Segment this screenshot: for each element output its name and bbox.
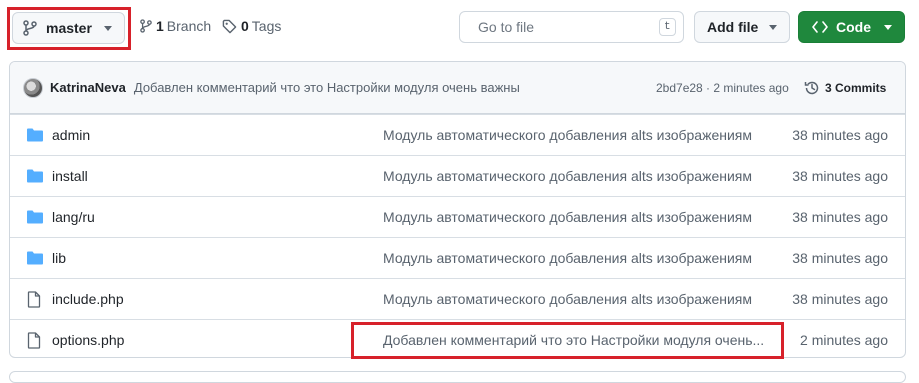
folder-icon <box>27 128 43 142</box>
repo-toolbar: master 1 Branch 0 Tags t Add file Code <box>0 0 919 52</box>
file-name-link[interactable]: include.php <box>52 291 124 307</box>
file-commit-age: 38 minutes ago <box>792 168 888 184</box>
keyboard-shortcut-hint: t <box>659 18 676 36</box>
commit-hash-time[interactable]: 2bd7e28 · 2 minutes ago <box>656 81 789 95</box>
branches-count: 1 <box>156 18 164 34</box>
file-commit-age: 38 minutes ago <box>792 250 888 266</box>
avatar[interactable] <box>23 77 43 98</box>
folder-icon <box>27 210 43 224</box>
file-name-link[interactable]: install <box>52 168 88 184</box>
file-name-link[interactable]: lang/ru <box>52 209 95 225</box>
file-name-link[interactable]: lib <box>52 250 66 266</box>
table-row[interactable]: lang/ru Модуль автоматического добавлени… <box>10 196 905 237</box>
file-commit-message[interactable]: Модуль автоматического добавления alts и… <box>383 209 773 225</box>
tag-icon <box>222 19 237 33</box>
file-commit-age: 38 minutes ago <box>792 209 888 225</box>
file-table: KatrinaNeva Добавлен комментарий что это… <box>9 61 906 358</box>
tags-count: 0 <box>241 18 249 34</box>
search-input[interactable] <box>478 19 659 35</box>
chevron-down-icon <box>769 24 777 30</box>
branches-label: Branch <box>166 18 212 34</box>
file-commit-age: 2 minutes ago <box>800 332 888 348</box>
file-icon <box>27 291 41 308</box>
highlight-box-branch <box>7 7 131 50</box>
folder-icon <box>27 251 43 265</box>
folder-icon <box>27 169 43 183</box>
code-icon <box>812 21 828 33</box>
table-row[interactable]: lib Модуль автоматического добавления al… <box>10 237 905 278</box>
readme-panel-edge <box>9 371 906 383</box>
git-branch-icon <box>140 19 152 33</box>
file-commit-message[interactable]: Модуль автоматического добавления alts и… <box>383 250 773 266</box>
file-commit-message[interactable]: Модуль автоматического добавления alts и… <box>383 291 773 307</box>
file-icon <box>27 332 41 349</box>
add-file-label: Add file <box>707 19 759 35</box>
history-icon <box>804 81 819 94</box>
file-commit-message[interactable]: Модуль автоматического добавления alts и… <box>383 127 773 143</box>
branches-link[interactable]: 1 Branch <box>140 18 211 34</box>
file-name-link[interactable]: admin <box>52 127 90 143</box>
highlight-box-commit-message <box>351 322 784 359</box>
table-row[interactable]: include.php Модуль автоматического добав… <box>10 278 905 319</box>
file-commit-message[interactable]: Модуль автоматического добавления alts и… <box>383 168 773 184</box>
file-name-link[interactable]: options.php <box>52 332 124 348</box>
file-commit-age: 38 minutes ago <box>792 127 888 143</box>
tags-link[interactable]: 0 Tags <box>222 18 281 34</box>
code-label: Code <box>836 19 871 35</box>
tags-label: Tags <box>251 18 282 34</box>
table-row[interactable]: install Модуль автоматического добавлени… <box>10 155 905 196</box>
add-file-button[interactable]: Add file <box>694 11 790 43</box>
file-commit-age: 38 minutes ago <box>792 291 888 307</box>
commits-link[interactable]: 3 Commits <box>804 80 886 96</box>
latest-commit-bar: KatrinaNeva Добавлен комментарий что это… <box>10 62 905 114</box>
commit-message[interactable]: Добавлен комментарий что это Настройки м… <box>134 80 520 95</box>
code-button[interactable]: Code <box>798 11 905 43</box>
table-row[interactable]: admin Модуль автоматического добавления … <box>10 114 905 155</box>
chevron-down-icon <box>884 24 892 30</box>
commits-count-label: 3 Commits <box>825 80 887 95</box>
commit-author[interactable]: KatrinaNeva <box>50 80 126 95</box>
go-to-file-search[interactable]: t <box>459 11 684 43</box>
